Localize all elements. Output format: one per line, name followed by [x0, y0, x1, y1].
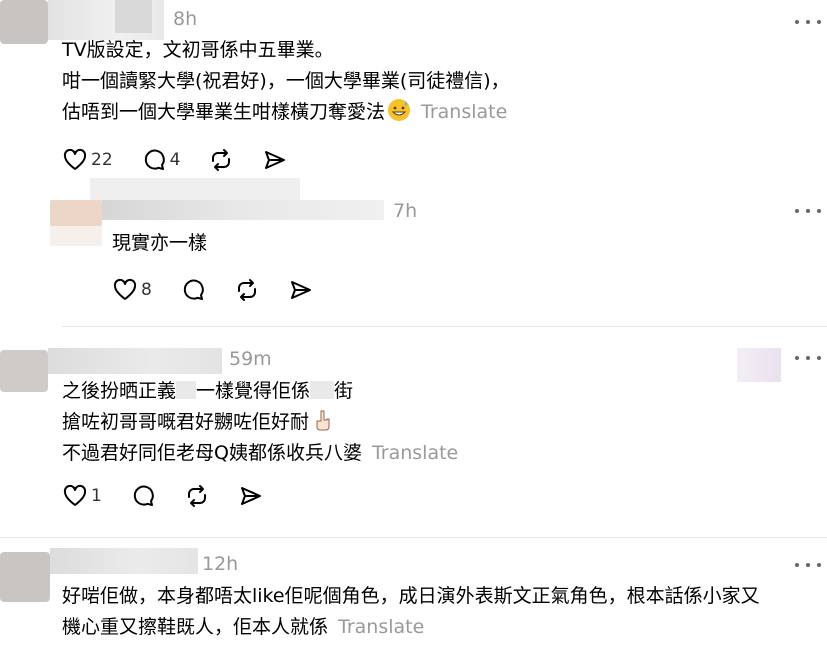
- hand-gesture-emoji: [316, 410, 330, 431]
- share-button[interactable]: [262, 147, 288, 173]
- divider: [62, 326, 827, 327]
- reply-button[interactable]: [130, 483, 156, 509]
- reply-count: 4: [169, 150, 181, 170]
- username-redacted[interactable]: [102, 200, 384, 220]
- avatar[interactable]: [0, 552, 50, 602]
- share-icon: [265, 151, 286, 169]
- like-button[interactable]: 1: [62, 483, 102, 509]
- comment-3: 59m 之後扮晒正義 一樣覺得佢係街 搶咗初哥哥嘅君好嬲咗佢好耐 不過君好同佢老母…: [0, 340, 827, 540]
- avatar[interactable]: [0, 0, 48, 44]
- username-redacted: [90, 178, 300, 200]
- timestamp: 7h: [393, 200, 418, 222]
- redacted-word: [176, 381, 197, 399]
- heart-icon: [63, 148, 87, 170]
- comment-text: 好啱佢做，本身都唔太like佢呢個角色，成日演外表斯文正氣角色，根本話係小家又 …: [62, 585, 760, 638]
- grinning-sweat-emoji: [388, 99, 411, 121]
- repost-icon: [212, 149, 231, 171]
- username-redacted[interactable]: [48, 348, 222, 374]
- reply-button[interactable]: [180, 277, 206, 303]
- share-icon: [240, 487, 261, 505]
- comment-4: 12h 好啱佢做，本身都唔太like佢呢個角色，成日演外表斯文正氣角色，根本話係…: [0, 548, 827, 654]
- comment-icon: [183, 279, 204, 300]
- action-bar: 22 4: [62, 146, 316, 174]
- translate-link[interactable]: Translate: [421, 101, 507, 123]
- translate-link[interactable]: Translate: [372, 442, 458, 464]
- more-icon[interactable]: [795, 206, 821, 216]
- repost-button[interactable]: [208, 147, 234, 173]
- comment-icon: [144, 149, 165, 170]
- like-count: 1: [91, 486, 102, 506]
- repost-button[interactable]: [234, 277, 260, 303]
- more-icon[interactable]: [795, 353, 821, 363]
- like-button[interactable]: 8: [112, 277, 152, 303]
- timestamp: 59m: [229, 348, 272, 370]
- redacted-word: [310, 381, 335, 399]
- more-icon[interactable]: [795, 560, 821, 570]
- share-icon: [290, 281, 311, 299]
- share-button[interactable]: [238, 483, 264, 509]
- avatar[interactable]: [0, 350, 48, 392]
- comment-icon: [133, 485, 154, 506]
- like-count: 8: [141, 280, 152, 300]
- action-bar: 1: [62, 482, 292, 510]
- timestamp: 8h: [173, 8, 198, 30]
- translate-link[interactable]: Translate: [338, 616, 424, 638]
- repost-button[interactable]: [184, 483, 210, 509]
- like-count: 22: [91, 150, 113, 170]
- avatar[interactable]: [50, 200, 102, 226]
- comment-text: 之後扮晒正義 一樣覺得佢係街 搶咗初哥哥嘅君好嬲咗佢好耐 不過君好同佢老母Q姨都係…: [62, 380, 459, 464]
- timestamp: 12h: [202, 553, 239, 575]
- username-redacted[interactable]: [50, 548, 198, 574]
- heart-icon: [113, 278, 137, 300]
- more-icon[interactable]: [795, 17, 821, 27]
- reply-button[interactable]: 4: [141, 147, 181, 173]
- share-button[interactable]: [288, 277, 314, 303]
- repost-icon: [237, 279, 256, 301]
- repost-icon: [187, 485, 206, 507]
- divider: [0, 537, 827, 538]
- action-bar: 8: [112, 276, 342, 304]
- comment-text: 現實亦一樣: [112, 232, 208, 254]
- comment-1: 8h TV版設定，文初哥係中五畢業。 咁一個讀緊大學(祝君好)，一個大學畢業(司…: [0, 0, 827, 190]
- heart-icon: [63, 484, 87, 506]
- username-redacted: [115, 0, 152, 33]
- comment-2: 7h 現實亦一樣 8: [0, 178, 827, 326]
- like-button[interactable]: 22: [62, 147, 113, 173]
- comment-text: TV版設定，文初哥係中五畢業。 咁一個讀緊大學(祝君好)，一個大學畢業(司徒禮信…: [62, 39, 510, 123]
- attached-image-redacted[interactable]: [737, 348, 781, 382]
- avatar-shadow: [50, 226, 102, 246]
